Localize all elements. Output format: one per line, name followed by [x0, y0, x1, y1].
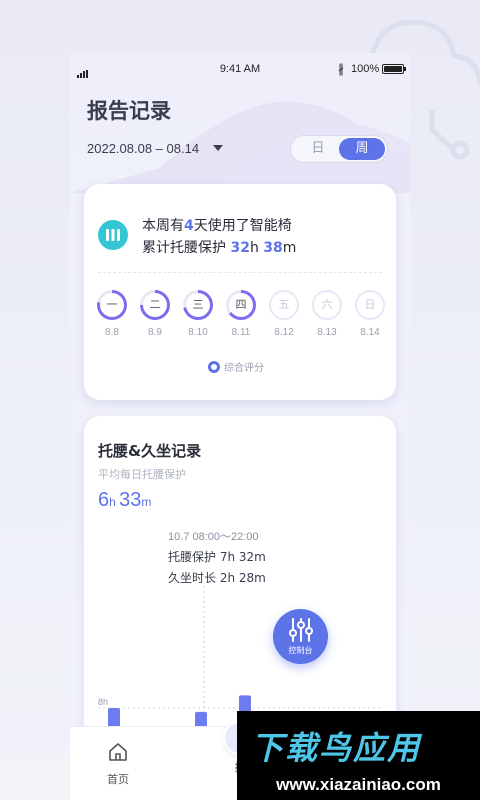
record-subtitle: 平均每日托腰保护: [98, 468, 186, 481]
day-progress-ring: 一: [97, 290, 127, 320]
sliders-icon: [289, 618, 313, 642]
record-title: 托腰&久坐记录: [98, 442, 202, 460]
days-used-value: 4: [184, 218, 194, 234]
weekly-summary-card: 本周有4天使用了智能椅 累计托腰保护 32h 38m 一 8.8 二 8.9 三 8.10…: [84, 184, 396, 400]
summary-days-text: 本周有4天使用了智能椅: [142, 218, 292, 234]
day-progress-ring: 六: [312, 290, 342, 320]
bluetooth-icon: ∦: [338, 62, 344, 76]
day-label: 日: [358, 293, 382, 317]
day-date: 8.11: [231, 327, 251, 338]
day-label: 四: [229, 293, 253, 317]
tooltip-range: 10.7 08:00～22:00: [168, 531, 259, 543]
day-ring-item[interactable]: 三 8.10: [182, 290, 214, 338]
toggle-day[interactable]: 日: [295, 138, 341, 160]
watermark-banner: 下载鸟应用 www.xiazainiao.com: [237, 711, 480, 800]
average-protection-value: 6h 33m: [98, 489, 152, 511]
summary-protection-text: 累计托腰保护 32h 38m: [142, 240, 297, 256]
day-progress-ring: 四: [226, 290, 256, 320]
status-bar: 9:41 AM ∦ 100%: [70, 53, 410, 85]
divider: [98, 272, 382, 273]
home-icon: [109, 743, 127, 761]
score-legend: 综合评分: [208, 359, 264, 374]
watermark-url: www.xiazainiao.com: [276, 775, 441, 794]
tooltip-protection: 托腰保护 7h 32m: [168, 550, 266, 564]
date-range-selector[interactable]: 2022.08.08 – 08.14: [87, 141, 199, 156]
day-ring-item[interactable]: 五 8.12: [268, 290, 300, 338]
tab-home[interactable]: 首页: [100, 741, 136, 787]
battery-percent: 100%: [351, 63, 380, 75]
legend-ring-icon: [208, 361, 220, 373]
day-label: 三: [186, 293, 210, 317]
day-date: 8.13: [317, 327, 337, 338]
caret-down-icon[interactable]: [213, 145, 223, 151]
week-day-rings: 一 8.8 二 8.9 三 8.10 四 8.11 五 8.12 六 8.13 日 8.14: [96, 290, 396, 340]
day-progress-ring: 三: [183, 290, 213, 320]
day-date: 8.10: [188, 327, 208, 338]
day-progress-ring: 二: [140, 290, 170, 320]
day-date: 8.8: [105, 327, 119, 338]
day-date: 8.9: [148, 327, 162, 338]
day-label: 六: [315, 293, 339, 317]
day-label: 一: [100, 293, 124, 317]
day-date: 8.14: [360, 327, 380, 338]
chair-icon: [98, 220, 128, 250]
day-ring-item[interactable]: 日 8.14: [354, 290, 386, 338]
reference-label: 8h: [98, 697, 108, 707]
day-progress-ring: 日: [355, 290, 385, 320]
period-toggle: 日 周: [290, 135, 388, 163]
toggle-week[interactable]: 周: [339, 138, 385, 160]
mountain-background: [70, 101, 410, 193]
battery-icon: [382, 64, 406, 74]
day-ring-item[interactable]: 二 8.9: [139, 290, 171, 338]
tooltip-sitting: 久坐时长 2h 28m: [168, 571, 266, 585]
control-panel-button[interactable]: 控制台: [273, 609, 328, 664]
day-ring-item[interactable]: 四 8.11: [225, 290, 257, 338]
day-ring-item[interactable]: 一 8.8: [96, 290, 128, 338]
watermark-brand: 下载鸟应用: [251, 729, 422, 767]
phone-screen: 9:41 AM ∦ 100% 报告记录 2022.08.08 – 08.14 日…: [70, 53, 410, 800]
day-label: 五: [272, 293, 296, 317]
day-ring-item[interactable]: 六 8.13: [311, 290, 343, 338]
day-progress-ring: 五: [269, 290, 299, 320]
day-label: 二: [143, 293, 167, 317]
page-title: 报告记录: [87, 99, 171, 123]
day-date: 8.12: [274, 327, 294, 338]
